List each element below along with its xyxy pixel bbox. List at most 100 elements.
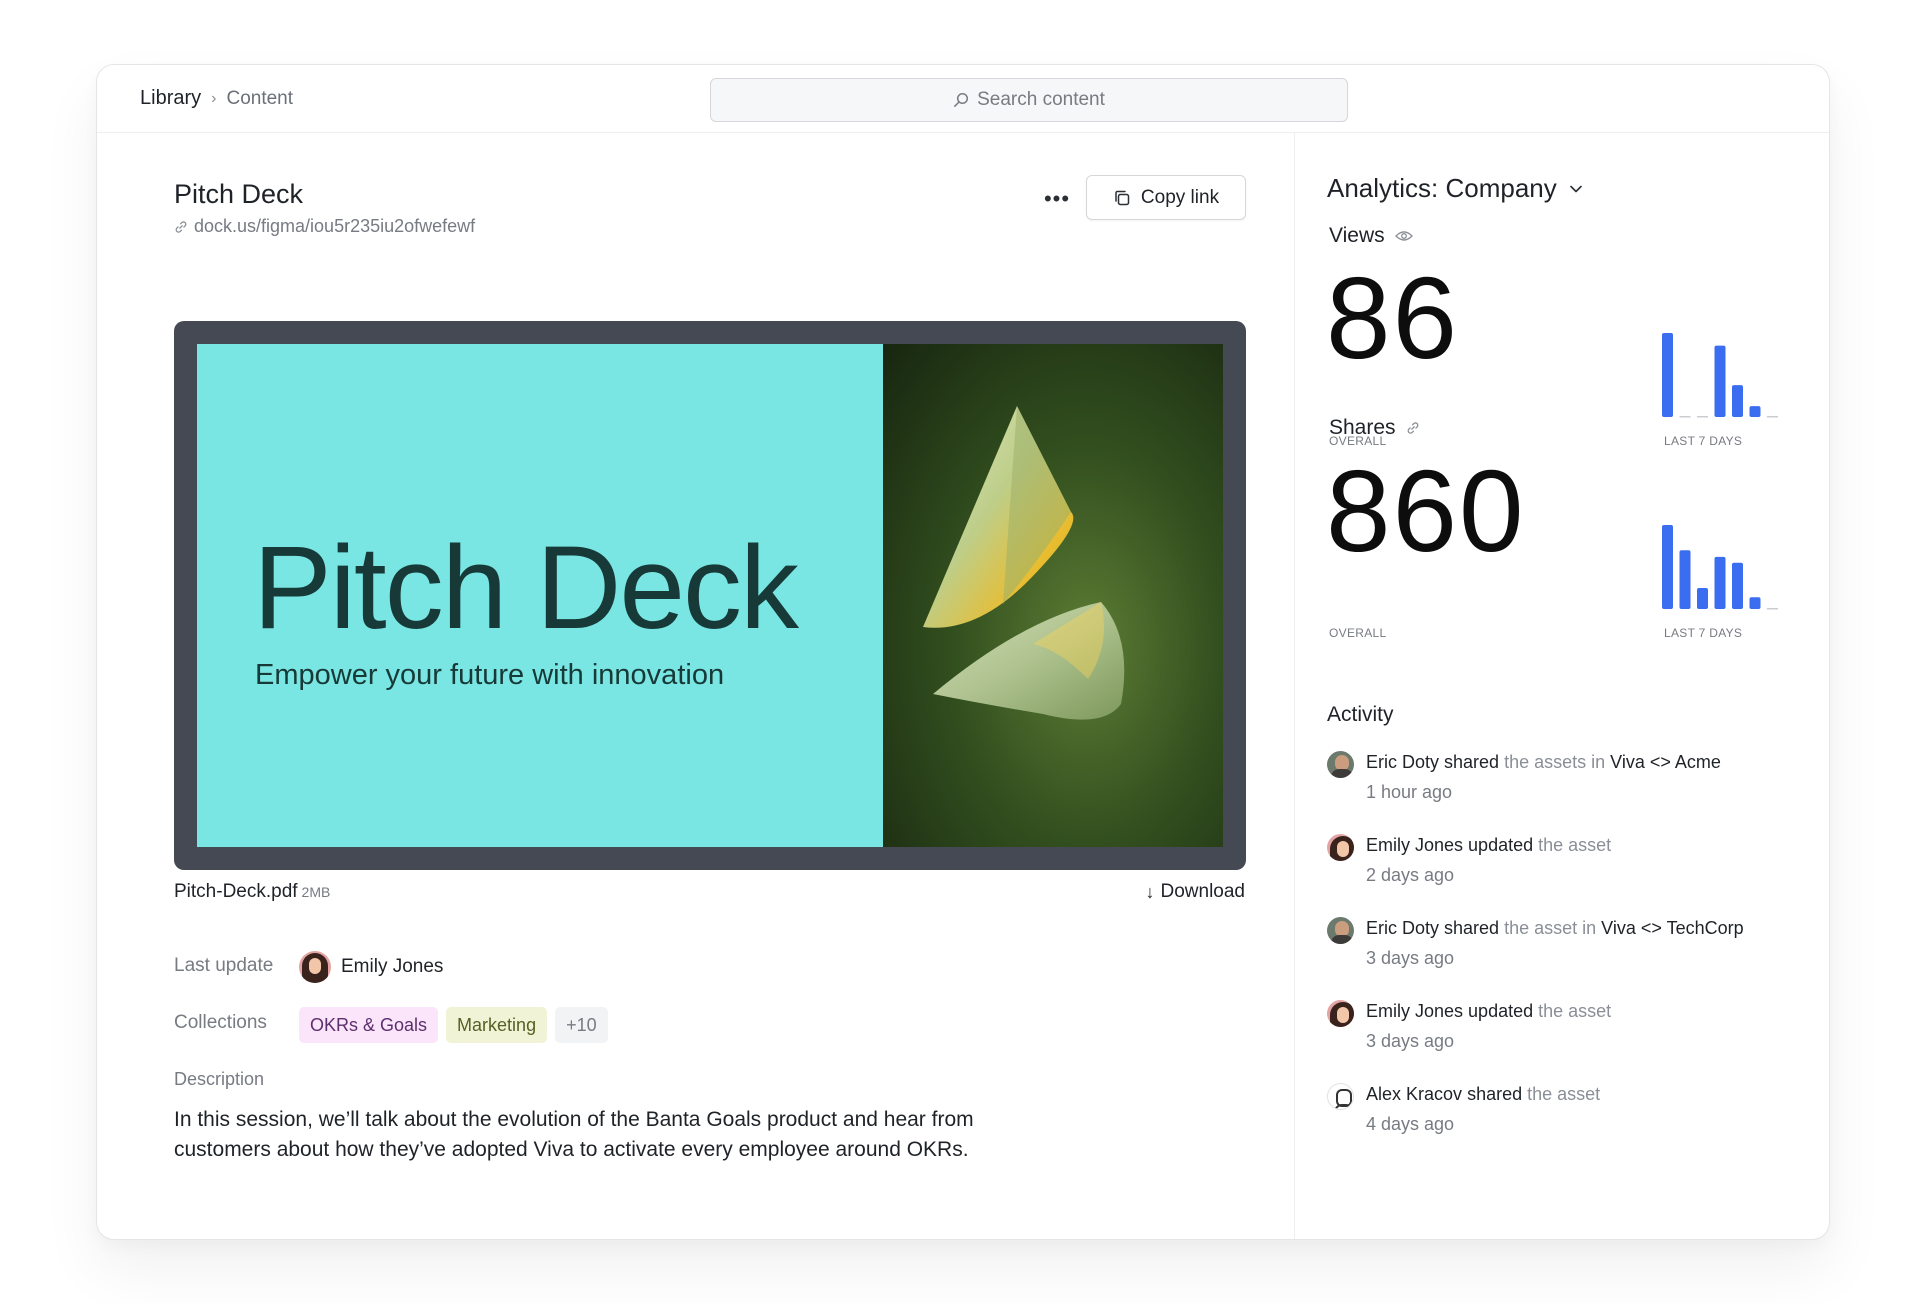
slide-thumbnail: Pitch Deck Empower your future with inno…: [197, 344, 1223, 847]
shares-overall-caption: OVERALL: [1329, 626, 1387, 640]
copy-link-button[interactable]: Copy link: [1086, 175, 1246, 220]
slide-artwork: [883, 344, 1223, 847]
activity-time: 3 days ago: [1366, 948, 1455, 968]
chart-bar-empty: [1767, 608, 1778, 610]
avatar: [1327, 751, 1354, 778]
description-label: Description: [174, 1069, 265, 1089]
search-placeholder: Search content: [977, 89, 1105, 110]
app-window: Library › Content Search content Pitch D…: [96, 64, 1830, 1240]
views-week-caption: LAST 7 DAYS: [1664, 434, 1743, 448]
chart-bar-empty: [1697, 416, 1708, 418]
activity-detail: the asset: [1527, 1084, 1601, 1104]
avatar: [299, 951, 331, 983]
download-label: Download: [1160, 881, 1246, 902]
activity-user: Emily Jones: [1366, 1001, 1464, 1021]
eye-icon: [1394, 231, 1413, 241]
chart-bar: [1732, 562, 1743, 609]
slide-title: Pitch Deck: [253, 522, 799, 654]
document-preview[interactable]: Pitch Deck Empower your future with inno…: [174, 321, 1246, 870]
views-7day-chart: [1662, 333, 1778, 418]
shares-value: 860: [1326, 446, 1526, 576]
breadcrumb-library[interactable]: Library: [140, 87, 201, 110]
views-value: 86: [1326, 253, 1460, 383]
copy-icon: [1115, 190, 1130, 205]
document-url-text: dock.us/figma/iou5r235iu2ofwefewf: [194, 216, 476, 236]
chart-bar: [1732, 385, 1743, 417]
file-size: 2MB: [301, 884, 331, 900]
activity-verb: updated: [1468, 835, 1534, 855]
list-item[interactable]: Alex Kracov shared the asset 4 days ago: [1327, 1081, 1600, 1137]
collection-tag-okrs[interactable]: OKRs & Goals: [299, 1007, 439, 1043]
link-icon: [1407, 422, 1418, 434]
chart-bar: [1714, 556, 1726, 609]
chart-bar-empty: [1679, 416, 1691, 418]
activity-user: Alex Kracov: [1366, 1084, 1463, 1104]
last-update-user-name: Emily Jones: [341, 956, 444, 977]
activity-verb: shared: [1444, 752, 1500, 772]
collection-tag-more[interactable]: +10: [555, 1007, 608, 1043]
avatar: [1327, 834, 1354, 861]
activity-user: Eric Doty: [1366, 752, 1440, 772]
activity-detail: the asset: [1538, 835, 1612, 855]
activity-target[interactable]: Viva <> Acme: [1610, 752, 1721, 772]
slide-left-panel: Pitch Deck Empower your future with inno…: [197, 344, 883, 847]
activity-verb: shared: [1444, 918, 1500, 938]
breadcrumb-content[interactable]: Content: [226, 88, 293, 110]
analytics-scope-dropdown[interactable]: Analytics: Company: [1327, 173, 1583, 204]
breadcrumb: Library › Content: [140, 87, 293, 110]
file-name-text: Pitch-Deck.pdf: [174, 881, 298, 902]
activity-title: Activity: [1327, 703, 1394, 726]
activity-verb: shared: [1467, 1084, 1523, 1104]
shares-7day-chart: [1662, 525, 1778, 610]
last-update-label: Last update: [174, 955, 274, 976]
last-update-user[interactable]: Emily Jones: [299, 951, 443, 983]
activity-verb: updated: [1468, 1001, 1534, 1021]
chevron-right-icon: ›: [211, 89, 217, 107]
list-item[interactable]: Eric Doty shared the assets in Viva <> A…: [1327, 749, 1721, 805]
list-item[interactable]: Emily Jones updated the asset 2 days ago: [1327, 832, 1611, 888]
shares-week-caption: LAST 7 DAYS: [1664, 626, 1743, 640]
shares-label: Shares: [1329, 416, 1420, 440]
chart-bar: [1662, 333, 1673, 417]
activity-user: Eric Doty: [1366, 918, 1440, 938]
chart-bar: [1679, 550, 1691, 609]
more-options-button[interactable]: •••: [1037, 183, 1077, 215]
chevron-down-icon: [1569, 185, 1582, 192]
document-url[interactable]: dock.us/figma/iou5r235iu2ofwefewf: [174, 216, 475, 237]
shares-label-text: Shares: [1329, 416, 1396, 439]
collections-label: Collections: [174, 1012, 267, 1033]
chart-bar: [1662, 525, 1673, 609]
analytics-title: Analytics: Company: [1327, 173, 1557, 203]
activity-user: Emily Jones: [1366, 835, 1464, 855]
list-item[interactable]: Eric Doty shared the asset in Viva <> Te…: [1327, 915, 1744, 971]
chart-bar: [1714, 345, 1726, 417]
file-name: Pitch-Deck.pdf 2MB: [174, 881, 330, 903]
activity-time: 1 hour ago: [1366, 782, 1453, 802]
views-label: Views: [1329, 224, 1413, 248]
download-button[interactable]: ↓ Download: [1146, 881, 1246, 903]
link-icon: [175, 220, 187, 233]
activity-time: 3 days ago: [1366, 1031, 1455, 1051]
views-label-text: Views: [1329, 224, 1385, 247]
activity-detail: the assets in: [1504, 752, 1606, 772]
page-title: Pitch Deck: [174, 179, 304, 209]
chart-bar: [1749, 597, 1761, 609]
activity-time: 2 days ago: [1366, 865, 1455, 885]
collection-tag-marketing[interactable]: Marketing: [446, 1007, 548, 1043]
list-item[interactable]: Emily Jones updated the asset 3 days ago: [1327, 998, 1611, 1054]
activity-detail: the asset in: [1504, 918, 1597, 938]
top-bar: Library › Content Search content: [97, 65, 1829, 133]
search-input[interactable]: Search content: [710, 78, 1348, 122]
chart-bar: [1697, 588, 1708, 609]
avatar: [1327, 917, 1354, 944]
activity-target[interactable]: Viva <> TechCorp: [1601, 918, 1743, 938]
chart-bar: [1749, 406, 1761, 417]
search-icon: [954, 92, 969, 107]
description-text: In this session, we’ll talk about the ev…: [174, 1108, 974, 1161]
copy-link-label: Copy link: [1140, 186, 1220, 208]
abstract-shape-image: [923, 406, 1125, 720]
activity-detail: the asset: [1538, 1001, 1612, 1021]
content-panel: Pitch Deck dock.us/figma/iou5r235iu2ofwe…: [97, 133, 1295, 1239]
chart-bar-empty: [1767, 416, 1778, 418]
avatar: [1327, 1083, 1354, 1110]
